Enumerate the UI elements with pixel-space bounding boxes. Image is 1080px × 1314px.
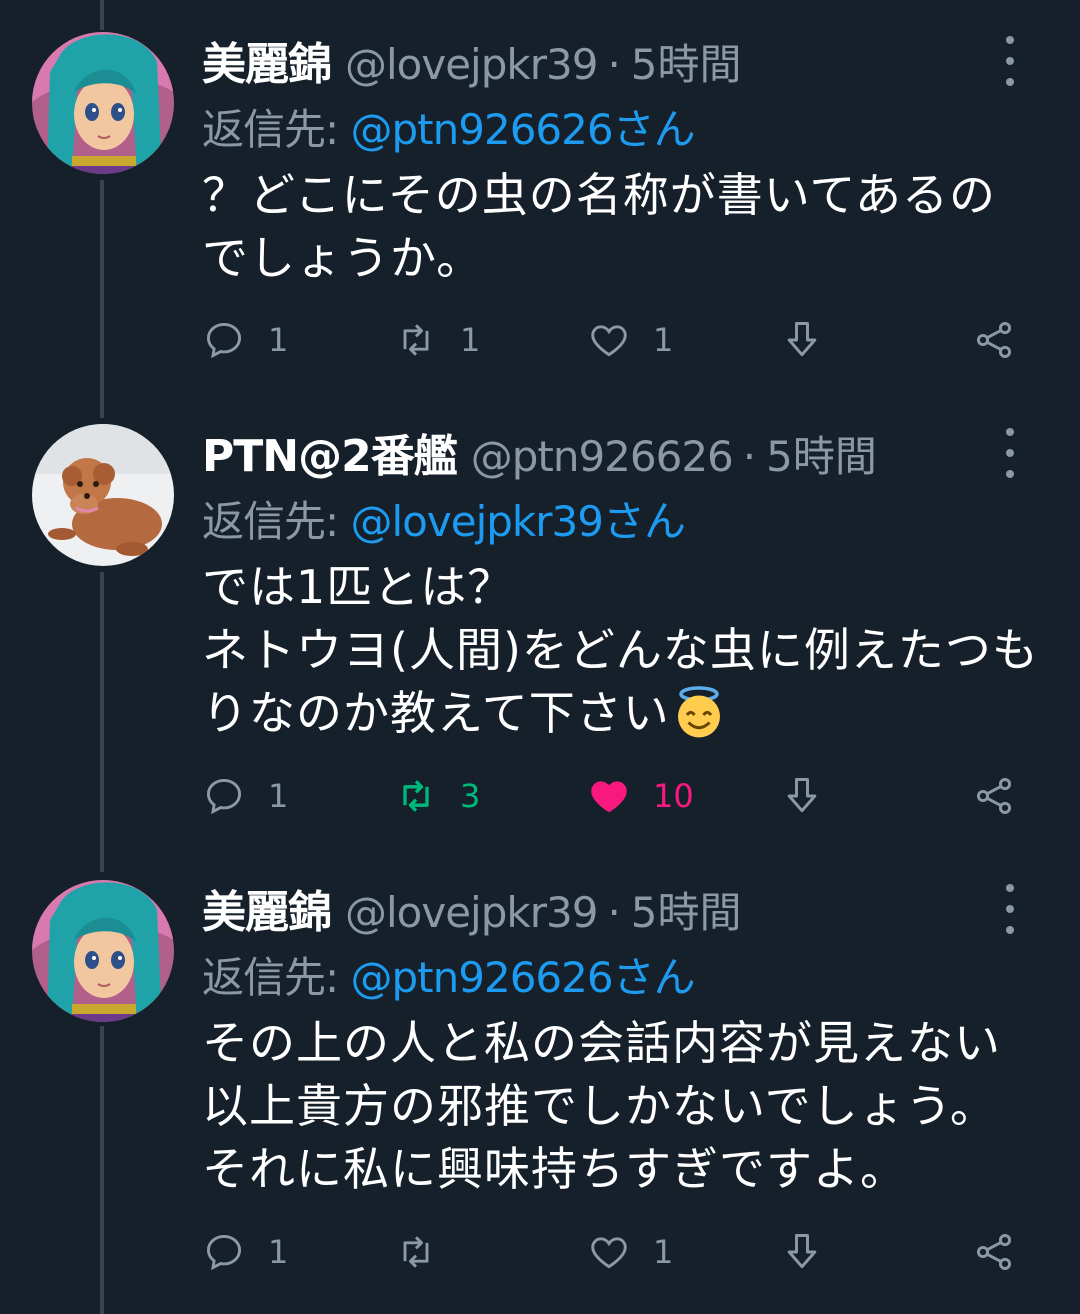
thread-line bbox=[100, 180, 104, 418]
replying-to: 返信先: @ptn926626さん bbox=[202, 944, 1060, 1002]
download-icon bbox=[787, 778, 817, 813]
more-icon[interactable] bbox=[990, 36, 1030, 86]
tweet-header: PTN@2番艦 @ptn926626 · 5時間 bbox=[202, 420, 1060, 482]
retweet-button[interactable] bbox=[394, 1222, 460, 1282]
handle[interactable]: @ptn926626 bbox=[471, 432, 734, 481]
tweet-text-line: 以上貴方の邪推でしかないでしょう。 bbox=[202, 1079, 997, 1133]
like-button[interactable]: 1 bbox=[587, 1222, 673, 1282]
replying-prefix: 返信先: bbox=[202, 953, 339, 1002]
thread-line bbox=[100, 1026, 104, 1314]
smiling-face-with-halo-icon bbox=[677, 686, 720, 738]
like-button[interactable]: 1 bbox=[587, 310, 673, 370]
reply-button[interactable]: 1 bbox=[202, 1222, 288, 1282]
like-icon bbox=[591, 781, 627, 813]
tweet-text-line: りなのか教えて下さい bbox=[202, 682, 1060, 745]
retweet-icon bbox=[403, 324, 429, 356]
timestamp[interactable]: 5時間 bbox=[631, 879, 742, 940]
tweet-text-line: それに私に興味持ちすぎですよ。 bbox=[202, 1142, 907, 1196]
tweet-header: 美麗錦 @lovejpkr39 · 5時間 bbox=[202, 876, 1060, 938]
like-count: 1 bbox=[653, 1233, 674, 1271]
tweet-header: 美麗錦 @lovejpkr39 · 5時間 bbox=[202, 28, 1060, 90]
retweet-count: 1 bbox=[460, 321, 481, 359]
tweet-text: ？どこにその虫の名称が書いてあるの でしょうか。 bbox=[202, 164, 1060, 290]
download-button[interactable] bbox=[780, 766, 824, 826]
more-icon[interactable] bbox=[990, 428, 1030, 478]
reply-button[interactable]: 1 bbox=[202, 766, 288, 826]
like-button[interactable]: 10 bbox=[587, 766, 694, 826]
tweet-text-fragment: りなのか教えて下さい bbox=[202, 686, 670, 740]
share-button[interactable] bbox=[972, 310, 1016, 370]
tweet-text: その上の人と私の会話内容が見えない 以上貴方の邪推でしかないでしょう。 それに私… bbox=[202, 1012, 1060, 1201]
tweet-text-line: では1匹とは？ bbox=[202, 560, 515, 614]
download-button[interactable] bbox=[780, 310, 824, 370]
retweet-icon bbox=[403, 780, 429, 812]
retweet-count: 3 bbox=[460, 777, 481, 815]
reply-icon bbox=[206, 1234, 242, 1271]
share-icon bbox=[976, 322, 1012, 358]
reply-count: 1 bbox=[268, 777, 289, 815]
thread-line bbox=[100, 0, 104, 30]
tweet-text-line: ？どこにその虫の名称が書いてあるの bbox=[202, 168, 996, 222]
avatar[interactable] bbox=[32, 424, 174, 566]
tweet-text: では1匹とは？ ネトウヨ(人間)をどんな虫に例えたつも りなのか教えて下さい bbox=[202, 556, 1060, 745]
tweet-actions: 1 1 bbox=[202, 1222, 1032, 1282]
download-icon bbox=[787, 1234, 817, 1269]
tweet-text-line: ネトウヨ(人間)をどんな虫に例えたつも bbox=[202, 623, 1039, 677]
download-icon bbox=[787, 322, 817, 357]
tweet-text-line: でしょうか。 bbox=[202, 231, 484, 285]
mention-link[interactable]: @ptn926626さん bbox=[351, 105, 696, 154]
retweet-icon bbox=[403, 1236, 429, 1268]
like-count: 10 bbox=[653, 777, 694, 815]
retweet-button[interactable]: 3 bbox=[394, 766, 480, 826]
share-button[interactable] bbox=[972, 1222, 1016, 1282]
mention-link[interactable]: @lovejpkr39さん bbox=[351, 497, 686, 546]
replying-to: 返信先: @lovejpkr39さん bbox=[202, 488, 1060, 546]
mention-link[interactable]: @ptn926626さん bbox=[351, 953, 696, 1002]
replying-to: 返信先: @ptn926626さん bbox=[202, 96, 1060, 154]
reply-icon bbox=[206, 322, 242, 359]
handle[interactable]: @lovejpkr39 bbox=[345, 40, 598, 89]
thread-line bbox=[100, 572, 104, 872]
separator: · bbox=[607, 40, 621, 89]
display-name[interactable]: 美麗錦 bbox=[202, 876, 332, 940]
timestamp[interactable]: 5時間 bbox=[631, 31, 742, 92]
replying-prefix: 返信先: bbox=[202, 497, 339, 546]
share-button[interactable] bbox=[972, 766, 1016, 826]
tweet-actions: 1 1 1 bbox=[202, 310, 1032, 370]
share-icon bbox=[976, 778, 1012, 814]
download-button[interactable] bbox=[780, 1222, 824, 1282]
display-name[interactable]: PTN@2番艦 bbox=[202, 420, 458, 484]
avatar[interactable] bbox=[32, 32, 174, 174]
timestamp[interactable]: 5時間 bbox=[766, 423, 877, 484]
reply-button[interactable]: 1 bbox=[202, 310, 288, 370]
more-icon[interactable] bbox=[990, 884, 1030, 934]
tweet-actions: 1 3 10 bbox=[202, 766, 1032, 826]
tweet-text-line: その上の人と私の会話内容が見えない bbox=[202, 1016, 1001, 1070]
reply-count: 1 bbox=[268, 321, 289, 359]
like-count: 1 bbox=[653, 321, 674, 359]
replying-prefix: 返信先: bbox=[202, 105, 339, 154]
display-name[interactable]: 美麗錦 bbox=[202, 28, 332, 92]
retweet-button[interactable]: 1 bbox=[394, 310, 480, 370]
separator: · bbox=[742, 432, 757, 481]
like-icon bbox=[591, 325, 627, 357]
handle[interactable]: @lovejpkr39 bbox=[345, 888, 598, 937]
share-icon bbox=[976, 1234, 1012, 1270]
reply-count: 1 bbox=[268, 1233, 289, 1271]
reply-icon bbox=[206, 778, 242, 815]
like-icon bbox=[591, 1237, 627, 1269]
separator: · bbox=[607, 888, 621, 937]
avatar[interactable] bbox=[32, 880, 174, 1022]
